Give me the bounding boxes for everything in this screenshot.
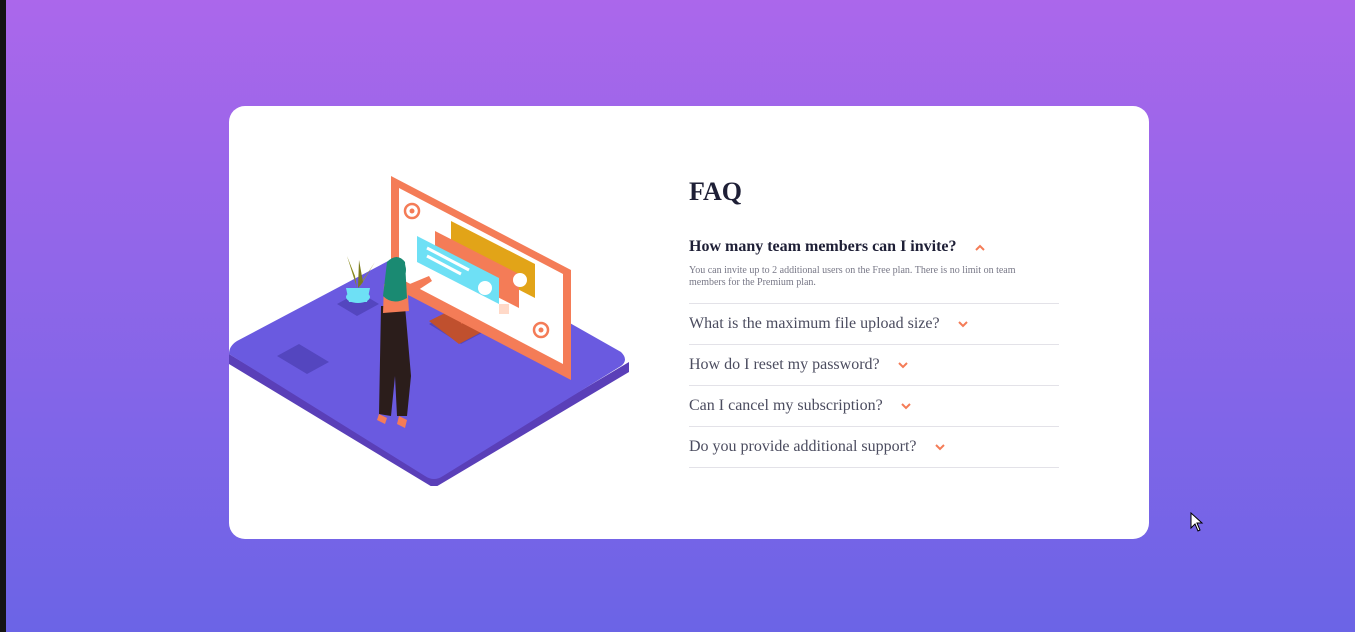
- chevron-down-icon: [897, 360, 910, 370]
- faq-item: What is the maximum file upload size?: [689, 304, 1059, 345]
- faq-section: FAQ How many team members can I invite? …: [689, 176, 1059, 468]
- faq-title: FAQ: [689, 177, 742, 206]
- window-edge: [0, 0, 6, 632]
- faq-question: Do you provide additional support?: [689, 438, 917, 455]
- faq-card: FAQ How many team members can I invite? …: [229, 106, 1149, 539]
- faq-question-toggle[interactable]: How do I reset my password?: [689, 345, 1059, 385]
- faq-item: How many team members can I invite? You …: [689, 235, 1059, 304]
- chevron-up-icon: [974, 242, 987, 252]
- illustration-woman-online: [229, 176, 629, 486]
- chevron-down-icon: [957, 319, 970, 329]
- faq-question: How many team members can I invite?: [689, 238, 957, 255]
- chevron-down-icon: [934, 442, 947, 452]
- faq-item: Do you provide additional support?: [689, 427, 1059, 468]
- chevron-down-icon: [901, 401, 913, 411]
- mouse-cursor-icon: [1190, 512, 1204, 532]
- faq-question-toggle[interactable]: Do you provide additional support?: [689, 427, 1059, 467]
- faq-question-toggle[interactable]: What is the maximum file upload size?: [689, 304, 1059, 344]
- faq-question: What is the maximum file upload size?: [689, 315, 940, 332]
- faq-answer: You can invite up to 2 additional users …: [689, 265, 1016, 288]
- faq-question: Can I cancel my subscription?: [689, 397, 883, 414]
- faq-question-toggle[interactable]: How many team members can I invite?: [689, 235, 1059, 259]
- faq-item: How do I reset my password?: [689, 345, 1059, 386]
- faq-question: How do I reset my password?: [689, 356, 880, 373]
- faq-question-toggle[interactable]: Can I cancel my subscription?: [689, 386, 1059, 426]
- faq-item: Can I cancel my subscription?: [689, 386, 1059, 427]
